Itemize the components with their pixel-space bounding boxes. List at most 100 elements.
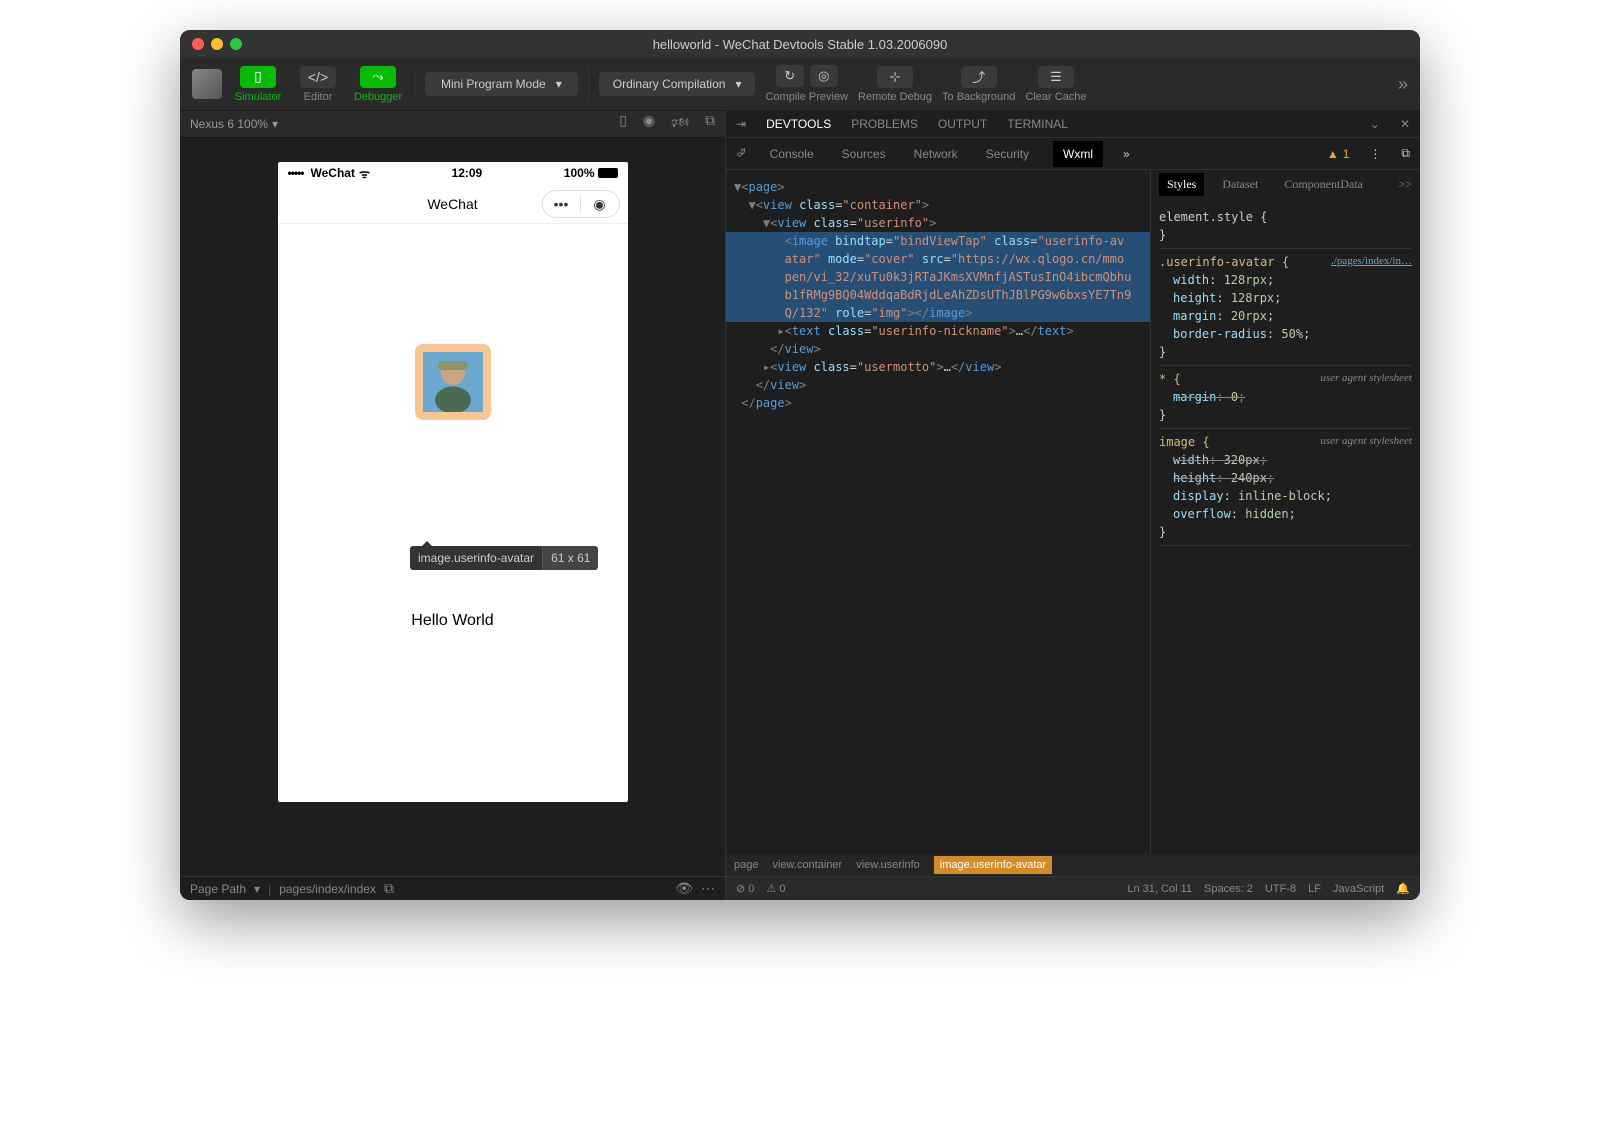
page-path-label[interactable]: Page Path (190, 882, 246, 896)
simulator-footer: Page Path ▾ | pages/index/index ⧉ 👁 ⋯ (180, 876, 725, 900)
simulator-panel: Nexus 6 100% ▾ ▯ ◉ 🕬 ⧉ WeChatᯤ 12:09 100… (180, 110, 725, 900)
record-icon[interactable]: ◉ (643, 112, 655, 136)
phone-icon: ▯ (240, 66, 276, 88)
remote-debug-icon: ⊹ (877, 66, 913, 88)
cursor-position[interactable]: Ln 31, Col 11 (1127, 883, 1192, 895)
error-count[interactable]: ⊘ 0 (736, 882, 754, 895)
battery-icon (598, 168, 618, 178)
simulator-button[interactable]: ▯ Simulator (232, 66, 284, 103)
window-title: helloworld - WeChat Devtools Stable 1.03… (180, 37, 1420, 52)
status-bar: ⊘ 0 ⚠ 0 Ln 31, Col 11 Spaces: 2 UTF-8 LF… (726, 876, 1420, 900)
copy-icon[interactable]: ⧉ (384, 880, 394, 897)
phone-frame: WeChatᯤ 12:09 100% WeChat ••• ◉ (278, 162, 628, 802)
hello-world-text: Hello World (278, 612, 628, 630)
tab-console[interactable]: Console (766, 147, 818, 161)
wifi-icon: ᯤ (359, 165, 370, 182)
inspect-toggle-icon[interactable]: 👁 (675, 880, 693, 897)
chevron-down-icon: ▾ (254, 882, 260, 896)
chevron-down-icon: ▾ (735, 77, 741, 91)
element-picker-icon[interactable]: ⮰ (736, 146, 746, 161)
more-toolbar-button[interactable]: » (1398, 74, 1408, 95)
phone-nav-bar: WeChat ••• ◉ (278, 184, 628, 224)
crumb-page[interactable]: page (734, 859, 758, 871)
eol-setting[interactable]: LF (1308, 883, 1321, 895)
language-mode[interactable]: JavaScript (1333, 883, 1384, 895)
tab-output[interactable]: OUTPUT (938, 117, 987, 131)
tab-sources[interactable]: Sources (838, 147, 890, 161)
debugger-button[interactable]: ⤳ Debugger (352, 66, 404, 103)
more-styles-tabs[interactable]: >> (1398, 177, 1412, 192)
tab-terminal[interactable]: TERMINAL (1007, 117, 1068, 131)
kebab-menu-icon[interactable]: ⋮ (1369, 147, 1381, 161)
tab-security[interactable]: Security (982, 147, 1033, 161)
styles-pane: Styles Dataset ComponentData >> element.… (1150, 170, 1420, 854)
indent-setting[interactable]: Spaces: 2 (1204, 883, 1253, 895)
refresh-compile-button[interactable]: ↻ (776, 65, 804, 87)
phone-time: 12:09 (452, 166, 483, 180)
title-bar: helloworld - WeChat Devtools Stable 1.03… (180, 30, 1420, 58)
primary-toolbar: ▯ Simulator </> Editor ⤳ Debugger Mini P… (180, 58, 1420, 110)
code-icon: </> (300, 66, 336, 88)
crumb-container[interactable]: view.container (772, 859, 842, 871)
tab-styles[interactable]: Styles (1159, 173, 1204, 196)
layers-icon: ☰ (1038, 66, 1074, 88)
clear-cache-button[interactable]: ☰ Clear Cache (1025, 66, 1086, 103)
tab-network[interactable]: Network (910, 147, 962, 161)
collapse-icon[interactable]: ⇥ (736, 117, 746, 131)
remote-debug-button[interactable]: ⊹ Remote Debug (858, 66, 932, 103)
device-select[interactable]: Nexus 6 100% (190, 117, 268, 131)
page-path-value: pages/index/index (279, 882, 376, 896)
dock-icon[interactable]: ⧉ (1401, 146, 1410, 161)
popup-icon[interactable]: ⧉ (705, 112, 715, 136)
app-window: helloworld - WeChat Devtools Stable 1.03… (180, 30, 1420, 900)
mute-icon[interactable]: 🕬 (671, 112, 689, 136)
to-background-button[interactable]: ⤴ To Background (942, 66, 1015, 103)
preview-button[interactable]: ◎ (810, 65, 838, 87)
devtools-top-tabs: ⇥ DEVTOOLS PROBLEMS OUTPUT TERMINAL ⌄ ✕ (726, 110, 1420, 138)
simulator-toolbar: Nexus 6 100% ▾ ▯ ◉ 🕬 ⧉ (180, 110, 725, 138)
bell-icon[interactable]: 🔔 (1396, 882, 1410, 895)
wxml-tree[interactable]: ▼<page> ▼<view class="container"> ▼<view… (726, 170, 1150, 854)
tab-wxml[interactable]: Wxml (1053, 141, 1103, 167)
close-panel-icon[interactable]: ✕ (1400, 117, 1410, 131)
crumb-avatar[interactable]: image.userinfo-avatar (934, 856, 1052, 874)
background-icon: ⤴ (961, 66, 997, 88)
userinfo-avatar-image[interactable] (415, 344, 491, 420)
tab-problems[interactable]: PROBLEMS (851, 117, 918, 131)
encoding-setting[interactable]: UTF-8 (1265, 883, 1296, 895)
tab-componentdata[interactable]: ComponentData (1276, 173, 1371, 196)
program-mode-select[interactable]: Mini Program Mode ▾ (425, 72, 578, 96)
capsule-more-button[interactable]: ••• (543, 196, 581, 212)
phone-content (278, 224, 628, 420)
signal-icon (288, 166, 307, 180)
phone-status-bar: WeChatᯤ 12:09 100% (278, 162, 628, 184)
warning-count[interactable]: ⚠ 0 (766, 882, 785, 895)
user-avatar[interactable] (192, 69, 222, 99)
devtools-sub-tabs: ⮰ Console Sources Network Security Wxml … (726, 138, 1420, 170)
phone-nav-title: WeChat (427, 196, 477, 212)
more-tabs-icon[interactable]: » (1123, 147, 1130, 161)
minimize-window-button[interactable] (211, 38, 223, 50)
maximize-window-button[interactable] (230, 38, 242, 50)
tab-devtools[interactable]: DEVTOOLS (766, 117, 831, 131)
styles-rules[interactable]: element.style { } .userinfo-avatar {./pa… (1151, 198, 1420, 854)
tab-dataset[interactable]: Dataset (1214, 173, 1266, 196)
simulator-canvas: WeChatᯤ 12:09 100% WeChat ••• ◉ (180, 138, 725, 876)
editor-button[interactable]: </> Editor (292, 66, 344, 103)
inspector-tooltip: image.userinfo-avatar 61 x 61 (410, 546, 598, 570)
chevron-down-icon[interactable]: ⌄ (1370, 117, 1380, 131)
devtools-panel: ⇥ DEVTOOLS PROBLEMS OUTPUT TERMINAL ⌄ ✕ … (725, 110, 1420, 900)
crumb-userinfo[interactable]: view.userinfo (856, 859, 920, 871)
main-area: Nexus 6 100% ▾ ▯ ◉ 🕬 ⧉ WeChatᯤ 12:09 100… (180, 110, 1420, 900)
more-icon[interactable]: ⋯ (701, 880, 715, 897)
bug-icon: ⤳ (360, 66, 396, 88)
capsule-buttons: ••• ◉ (542, 190, 620, 218)
chevron-down-icon: ▾ (272, 117, 278, 131)
compile-mode-select[interactable]: Ordinary Compilation ▾ (599, 72, 756, 96)
warning-badge[interactable]: ▲ 1 (1327, 147, 1350, 161)
capsule-close-button[interactable]: ◉ (581, 196, 619, 213)
element-breadcrumb: page view.container view.userinfo image.… (726, 854, 1420, 876)
device-icon[interactable]: ▯ (619, 112, 627, 136)
close-window-button[interactable] (192, 38, 204, 50)
chevron-down-icon: ▾ (556, 77, 562, 91)
